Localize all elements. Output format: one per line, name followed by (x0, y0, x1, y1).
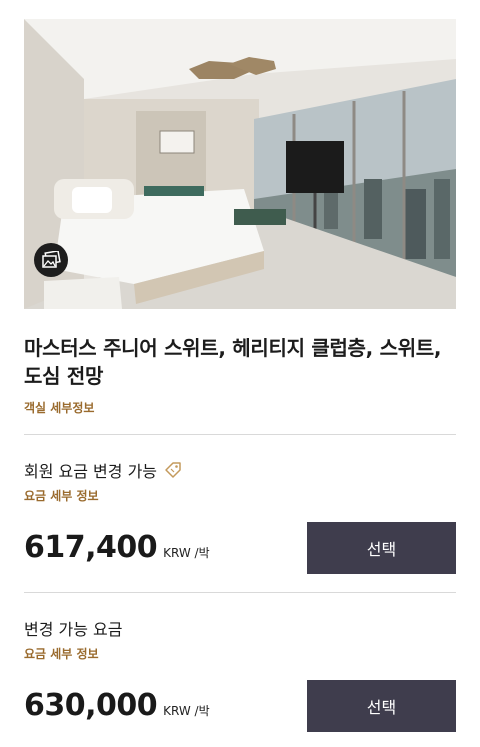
rate-details-link[interactable]: 요금 세부 정보 (24, 645, 99, 662)
divider (24, 434, 456, 435)
rate-details-link[interactable]: 요금 세부 정보 (24, 487, 99, 504)
room-photo-illustration (24, 19, 456, 309)
rate-name-member: 회원 요금 변경 가능 (24, 458, 183, 482)
price-flexible: 630,000 KRW /박 (24, 688, 210, 723)
select-button-flexible[interactable]: 선택 (307, 680, 456, 732)
select-button-member[interactable]: 선택 (307, 522, 456, 574)
room-title: 마스터스 주니어 스위트, 헤리티지 클럽층, 스위트, 도심 전망 (24, 336, 442, 388)
gallery-icon (42, 251, 61, 268)
divider (24, 592, 456, 593)
gallery-button[interactable] (34, 243, 68, 277)
price-value: 617,400 (24, 530, 158, 565)
room-photo[interactable] (24, 19, 456, 309)
room-details-link[interactable]: 객실 세부정보 (24, 399, 94, 416)
price-member: 617,400 KRW /박 (24, 530, 210, 565)
rate-name-label: 회원 요금 변경 가능 (24, 462, 158, 481)
price-unit: KRW /박 (163, 704, 210, 718)
tag-icon (165, 462, 181, 478)
rate-name-flexible: 변경 가능 요금 (24, 616, 123, 640)
rate-name-label: 변경 가능 요금 (24, 620, 123, 639)
price-value: 630,000 (24, 688, 158, 723)
price-unit: KRW /박 (163, 546, 210, 560)
